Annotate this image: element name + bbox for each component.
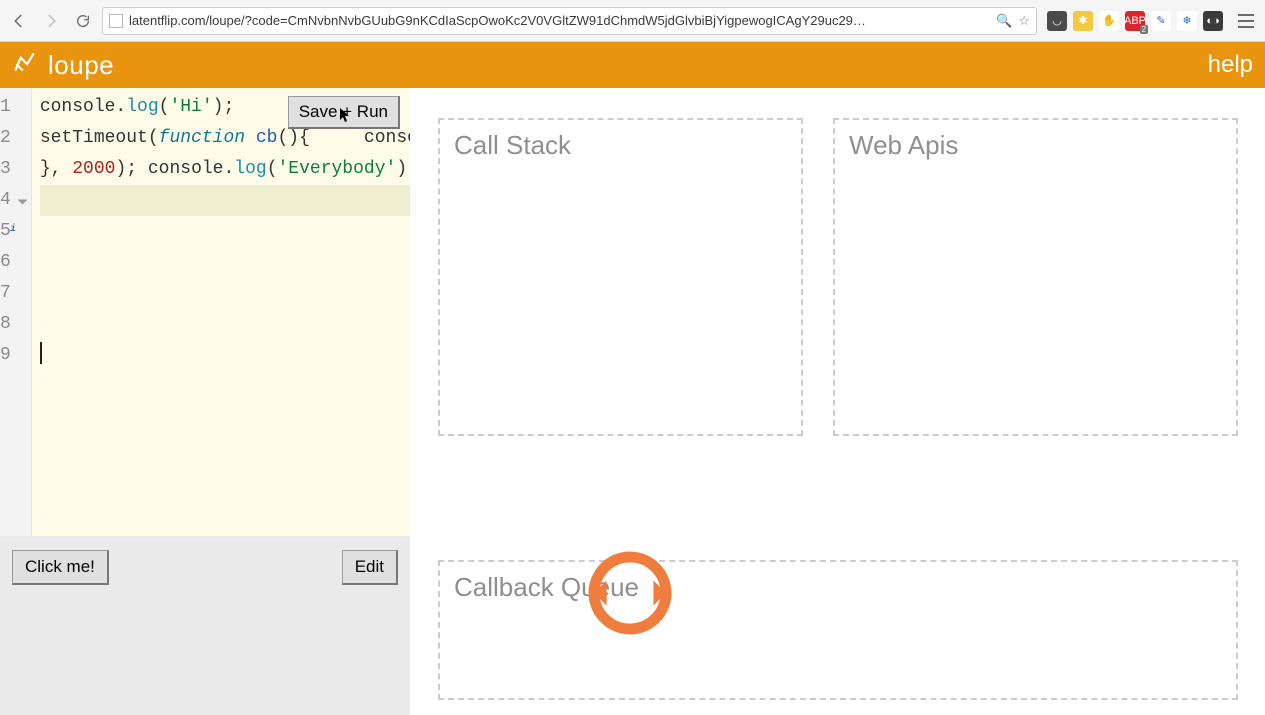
code-line: console.log('Everybody'); — [148, 159, 418, 179]
bookmark-star-icon[interactable]: ☆ — [1018, 13, 1030, 29]
page-icon — [109, 14, 123, 28]
line-number: 1 — [0, 92, 31, 123]
pocket-ext-icon[interactable]: ◡ — [1047, 11, 1067, 31]
code-line: console.log('Hi'); — [40, 97, 234, 117]
forward-button[interactable] — [38, 8, 64, 34]
app-header: loupe help — [0, 42, 1265, 88]
line-number: 7 — [0, 278, 31, 309]
line-number: 8 — [0, 309, 31, 340]
ext-icon-wand[interactable]: ✎ — [1151, 11, 1171, 31]
ext-icon-yellow[interactable]: ✱ — [1073, 11, 1093, 31]
zoom-icon[interactable]: 🔍 — [996, 13, 1012, 29]
top-row: Call Stack Web Apis — [438, 118, 1238, 436]
back-button[interactable] — [6, 8, 32, 34]
code-line: }, 2000); — [40, 159, 137, 179]
reload-button[interactable] — [70, 8, 96, 34]
brand-icon — [12, 49, 38, 81]
left-pane: 1 2 3 4 5 6 7 8 9 console.log('Hi'); set… — [0, 88, 410, 715]
web-apis-panel: Web Apis — [833, 118, 1238, 436]
edit-button[interactable]: Edit — [342, 550, 398, 585]
line-number: 2 — [0, 123, 31, 154]
line-number: 9 — [0, 340, 31, 371]
ext-icon-bug[interactable]: ❄ — [1177, 11, 1197, 31]
address-bar[interactable]: latentflip.com/loupe/?code=CmNvbnNvbGUub… — [102, 7, 1037, 35]
code-editor[interactable]: 1 2 3 4 5 6 7 8 9 console.log('Hi'); set… — [0, 88, 410, 538]
ublock-ext-icon[interactable]: ✋ — [1099, 11, 1119, 31]
brand-name: loupe — [48, 50, 114, 81]
render-area: Click me! Edit — [0, 538, 410, 715]
code-line: setTimeout(function cb(){ — [40, 128, 310, 148]
url-actions: 🔍 ☆ — [992, 13, 1030, 29]
panel-title: Call Stack — [454, 130, 571, 160]
line-number: 5 — [0, 216, 31, 247]
extension-icons: ◡ ✱ ✋ ABP2 ✎ ❄ ◐◑ — [1043, 11, 1227, 31]
call-stack-panel: Call Stack — [438, 118, 803, 436]
adblock-ext-icon[interactable]: ABP2 — [1125, 11, 1145, 31]
chrome-menu-button[interactable] — [1233, 14, 1259, 28]
save-run-button[interactable]: Save + Run — [288, 96, 400, 129]
brand: loupe — [12, 49, 114, 81]
editor-gutter: 1 2 3 4 5 6 7 8 9 — [0, 88, 32, 536]
callback-queue-panel: Callback Queue — [438, 560, 1238, 700]
click-me-button[interactable]: Click me! — [12, 550, 109, 585]
visualization-pane: Call Stack Web Apis Callback Queue — [410, 88, 1265, 715]
ext-icon-mask[interactable]: ◐◑ — [1203, 11, 1223, 31]
panel-title: Web Apis — [849, 130, 958, 160]
editor-cursor — [40, 342, 42, 364]
main-layout: 1 2 3 4 5 6 7 8 9 console.log('Hi'); set… — [0, 88, 1265, 715]
line-number: 6 — [0, 247, 31, 278]
line-number: 3 — [0, 154, 31, 185]
line-number: 4 — [0, 185, 31, 216]
browser-toolbar: latentflip.com/loupe/?code=CmNvbnNvbGUub… — [0, 0, 1265, 42]
url-text: latentflip.com/loupe/?code=CmNvbnNvbGUub… — [129, 13, 992, 28]
event-loop-icon — [575, 548, 685, 638]
help-link[interactable]: help — [1208, 51, 1253, 79]
